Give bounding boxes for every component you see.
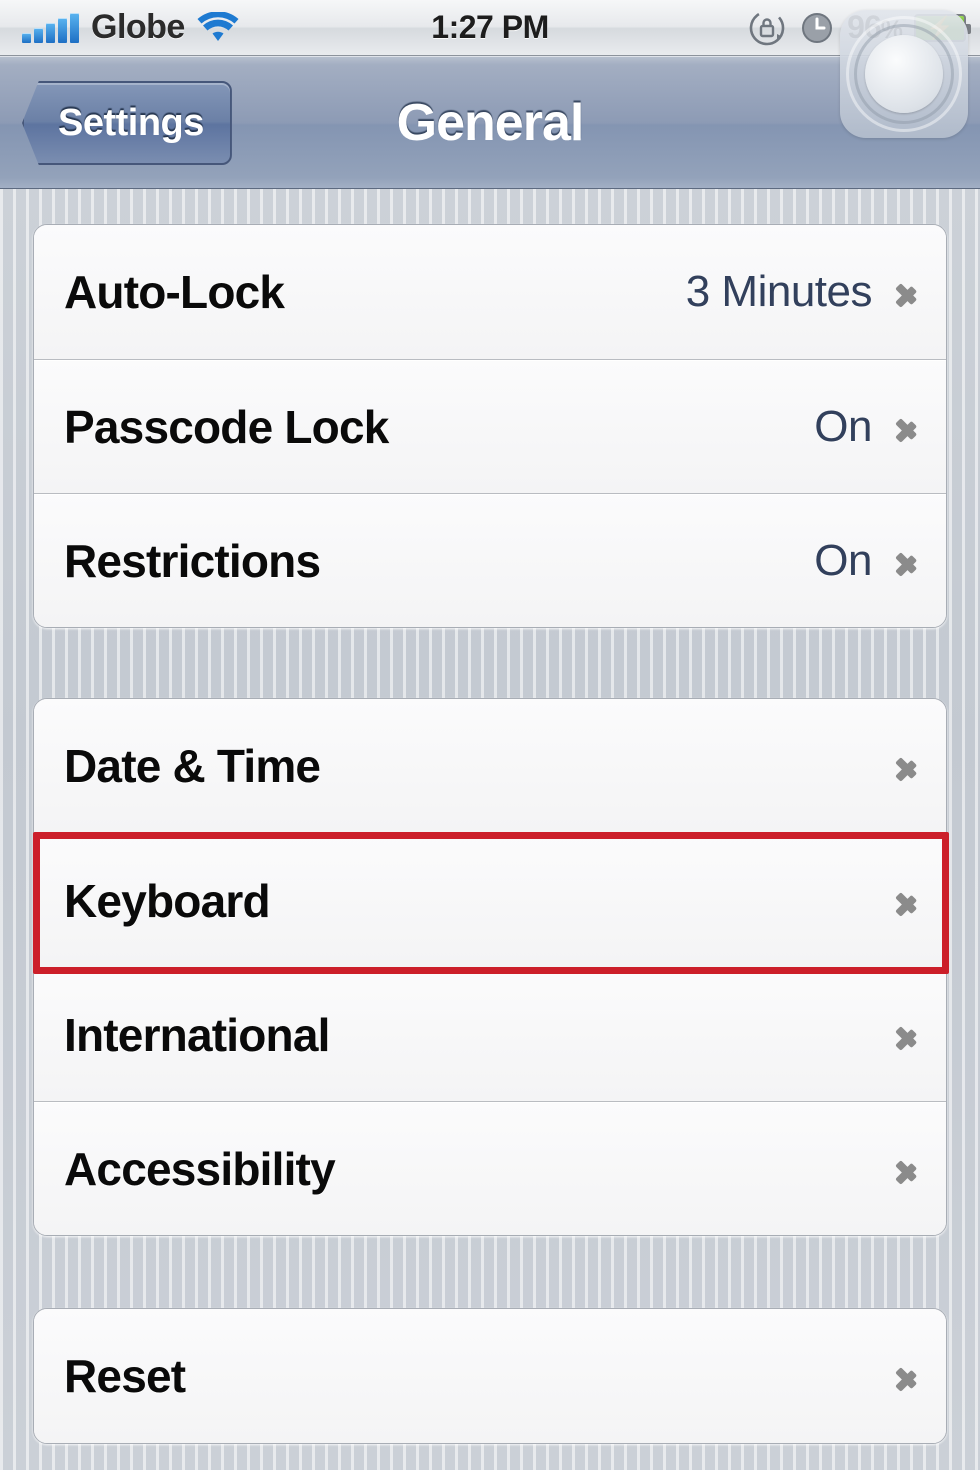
chevron-right-icon xyxy=(896,408,918,446)
assistive-touch-inner-ring xyxy=(854,24,954,124)
settings-list: Auto-Lock 3 Minutes Passcode Lock On Res… xyxy=(0,189,980,1470)
settings-row-keyboard[interactable]: Keyboard xyxy=(34,833,946,967)
settings-group-security: Auto-Lock 3 Minutes Passcode Lock On Res… xyxy=(33,224,947,628)
settings-row-passcode-lock[interactable]: Passcode Lock On xyxy=(34,359,946,493)
row-label: Passcode Lock xyxy=(64,400,389,453)
status-bar: Globe 1:27 PM xyxy=(0,0,980,56)
row-label: Restrictions xyxy=(64,534,321,587)
chevron-right-icon xyxy=(896,1016,918,1054)
settings-row-restrictions[interactable]: Restrictions On xyxy=(34,493,946,627)
row-label: International xyxy=(64,1008,330,1061)
chevron-right-icon xyxy=(896,542,918,580)
chevron-right-icon xyxy=(896,747,918,785)
row-label: Reset xyxy=(64,1350,186,1402)
alarm-clock-icon xyxy=(799,10,835,46)
settings-group-preferences: Date & Time Keyboard International Acces… xyxy=(33,698,947,1236)
row-label: Accessibility xyxy=(64,1142,336,1195)
settings-row-auto-lock[interactable]: Auto-Lock 3 Minutes xyxy=(34,225,946,359)
rotation-lock-icon xyxy=(747,8,787,48)
settings-row-accessibility[interactable]: Accessibility xyxy=(34,1101,946,1235)
row-value: On xyxy=(814,401,872,451)
settings-row-date-and-time[interactable]: Date & Time xyxy=(34,699,946,833)
assistive-touch-button[interactable] xyxy=(840,10,968,138)
chevron-right-icon xyxy=(896,882,918,920)
settings-row-international[interactable]: International xyxy=(34,967,946,1101)
iphone-screen: Globe 1:27 PM Settings General Auto-Lock… xyxy=(0,0,980,1470)
row-value: On xyxy=(814,535,872,585)
chevron-right-icon xyxy=(896,1150,918,1188)
chevron-right-icon xyxy=(896,1357,918,1395)
page-title: General xyxy=(396,93,585,152)
chevron-right-icon xyxy=(896,273,918,311)
row-label: Auto-Lock xyxy=(64,266,285,318)
row-label: Keyboard xyxy=(64,874,271,927)
navigation-bar: Settings General xyxy=(0,56,980,189)
row-label: Date & Time xyxy=(64,740,321,792)
row-value: 3 Minutes xyxy=(685,267,873,316)
settings-group-reset: Reset xyxy=(33,1308,947,1444)
settings-row-reset[interactable]: Reset xyxy=(34,1309,946,1443)
